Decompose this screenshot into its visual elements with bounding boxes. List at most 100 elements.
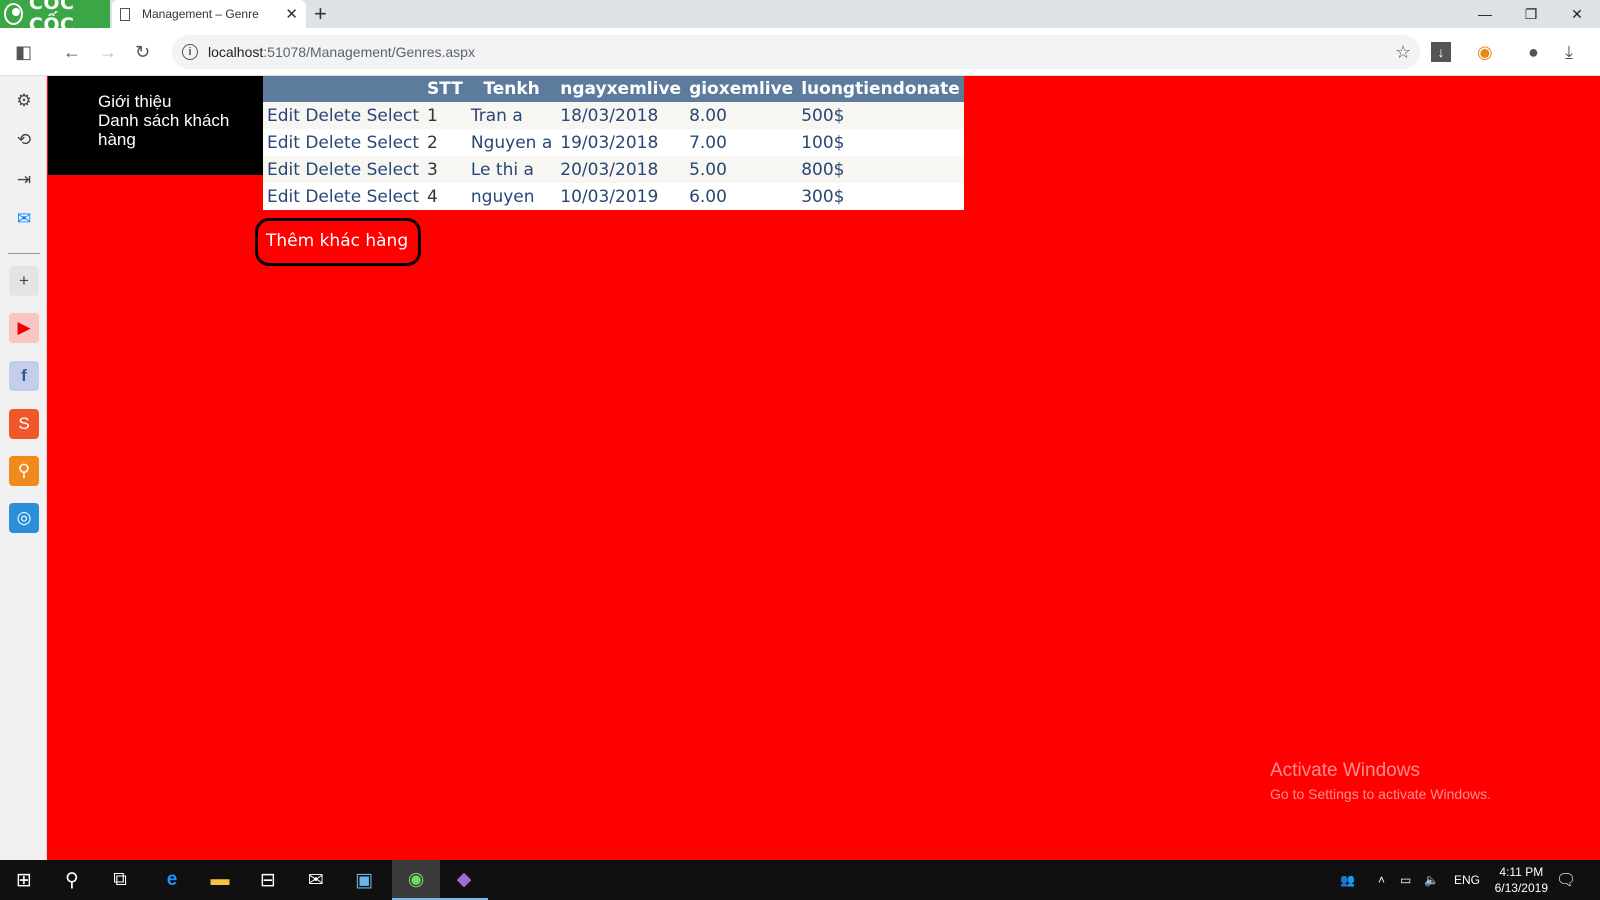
url-path: :51078/Management/Genres.aspx xyxy=(263,44,475,60)
network-icon[interactable]: ▭ xyxy=(1400,860,1411,900)
column-header-gioxemlive: gioxemlive xyxy=(685,76,798,102)
tab-management-genre[interactable]: Management – Genre ✕ xyxy=(112,0,306,28)
shopee-icon[interactable]: S xyxy=(9,409,39,439)
side-menu: Giới thiệu Danh sách khách hàng xyxy=(48,76,263,175)
select-link[interactable]: Select xyxy=(367,133,419,153)
column-header-tenkh: Tenkh xyxy=(466,76,557,102)
cell-luongtiendonate: 800$ xyxy=(797,156,964,183)
cell-tenkh: nguyen xyxy=(466,183,557,210)
cell-luongtiendonate: 100$ xyxy=(797,129,964,156)
people-icon[interactable]: 👥 xyxy=(1340,860,1355,900)
media-icon[interactable]: ◎ xyxy=(9,503,39,533)
edge-icon[interactable]: e xyxy=(148,860,196,900)
photos-icon[interactable]: ▣ xyxy=(340,860,388,900)
system-clock[interactable]: 4:11 PM 6/13/2019 xyxy=(1495,864,1548,896)
cell-ngayxemlive: 20/03/2018 xyxy=(556,156,686,183)
messenger-icon[interactable]: ✉ xyxy=(9,204,39,234)
column-header-stt: STT xyxy=(423,76,467,102)
cell-tenkh: Tran a xyxy=(466,102,557,129)
coccoc-extension-icon[interactable]: ◉ xyxy=(1477,40,1493,64)
notifications-icon[interactable]: 🗨 xyxy=(1556,860,1576,900)
clock-time: 4:11 PM xyxy=(1499,865,1544,879)
edit-link[interactable]: Edit xyxy=(267,187,300,207)
sidebar-toggle-icon[interactable]: ◧ xyxy=(15,40,32,64)
history-icon[interactable]: ⟲ xyxy=(9,125,39,155)
table-row: Edit Delete Select 2 Nguyen a 19/03/2018… xyxy=(263,129,964,156)
forward-icon[interactable]: → xyxy=(99,40,117,64)
settings-icon[interactable]: ⚙ xyxy=(9,86,39,116)
delete-link[interactable]: Delete xyxy=(305,133,361,153)
activate-windows-watermark: Activate Windows Go to Settings to activ… xyxy=(1270,760,1491,802)
table-row: Edit Delete Select 4 nguyen 10/03/2019 6… xyxy=(263,183,964,210)
column-header-ngayxemlive: ngayxemlive xyxy=(556,76,686,102)
cell-luongtiendonate: 500$ xyxy=(797,102,964,129)
url-host: localhost xyxy=(208,44,264,60)
add-icon[interactable]: + xyxy=(9,266,39,296)
cell-stt: 1 xyxy=(423,102,467,129)
search-icon[interactable]: ⚲ xyxy=(48,860,96,900)
profile-icon[interactable]: ● xyxy=(1528,40,1539,64)
youtube-icon[interactable]: ▶ xyxy=(9,313,39,343)
select-link[interactable]: Select xyxy=(367,106,419,126)
menu-link-danh-sach-khach-hang[interactable]: Danh sách khách hàng xyxy=(98,111,248,149)
cell-ngayxemlive: 19/03/2018 xyxy=(556,129,686,156)
delete-link[interactable]: Delete xyxy=(305,187,361,207)
mail-icon[interactable]: ✉ xyxy=(292,860,340,900)
table-row: Edit Delete Select 3 Le thi a 20/03/2018… xyxy=(263,156,964,183)
language-indicator[interactable]: ENG xyxy=(1454,860,1480,900)
minimize-button[interactable]: — xyxy=(1462,0,1508,28)
facebook-icon[interactable]: f xyxy=(9,361,39,391)
page-content: Giới thiệu Danh sách khách hàng STT Tenk… xyxy=(48,76,1600,860)
page-icon xyxy=(120,7,130,21)
cell-gioxemlive: 7.00 xyxy=(685,129,798,156)
windows-start-icon[interactable]: ⊞ xyxy=(0,860,48,900)
browser-toolbar: ◧ ← → ↻ i localhost:51078/Management/Gen… xyxy=(0,28,1600,76)
edit-link[interactable]: Edit xyxy=(267,133,300,153)
site-info-icon[interactable]: i xyxy=(182,44,198,60)
cell-gioxemlive: 5.00 xyxy=(685,156,798,183)
address-bar[interactable]: i localhost:51078/Management/Genres.aspx xyxy=(172,35,1420,69)
tab-close-icon[interactable]: ✕ xyxy=(285,5,298,23)
task-view-icon[interactable]: ⧉ xyxy=(96,860,144,900)
clock-date: 6/13/2019 xyxy=(1494,881,1548,895)
select-link[interactable]: Select xyxy=(367,160,419,180)
cell-stt: 2 xyxy=(423,129,467,156)
edit-link[interactable]: Edit xyxy=(267,160,300,180)
search-icon[interactable]: ⚲ xyxy=(9,456,39,486)
close-window-button[interactable]: ✕ xyxy=(1554,0,1600,28)
visual-studio-icon[interactable]: ◆ xyxy=(440,860,488,900)
cell-ngayxemlive: 18/03/2018 xyxy=(556,102,686,129)
reload-icon[interactable]: ↻ xyxy=(135,40,150,64)
downloads-icon[interactable]: ⤓ xyxy=(1565,40,1573,64)
sign-in-icon[interactable]: ⇥ xyxy=(9,165,39,195)
tab-title: Management – Genre xyxy=(142,7,259,21)
customer-grid: STT Tenkh ngayxemlive gioxemlive luongti… xyxy=(263,76,964,210)
title-bar: CỐC CỐC Management – Genre ✕ + — ❐ ✕ xyxy=(0,0,1600,36)
back-icon[interactable]: ← xyxy=(63,40,81,64)
add-customer-button[interactable]: Thêm khác hàng xyxy=(255,218,421,266)
cell-gioxemlive: 6.00 xyxy=(685,183,798,210)
table-row: Edit Delete Select 1 Tran a 18/03/2018 8… xyxy=(263,102,964,129)
edit-link[interactable]: Edit xyxy=(267,106,300,126)
coccoc-icon[interactable]: ◉ xyxy=(392,860,440,900)
watermark-subtitle: Go to Settings to activate Windows. xyxy=(1270,786,1491,802)
volume-muted-icon[interactable]: 🔈 xyxy=(1424,860,1439,900)
cell-stt: 3 xyxy=(423,156,467,183)
store-icon[interactable]: ⊟ xyxy=(244,860,292,900)
file-explorer-icon[interactable]: ▬ xyxy=(196,860,244,900)
browser-brand[interactable]: CỐC CỐC xyxy=(0,0,110,36)
bookmark-star-icon[interactable]: ☆ xyxy=(1395,40,1411,64)
delete-link[interactable]: Delete xyxy=(305,160,361,180)
menu-link-gioi-thieu[interactable]: Giới thiệu xyxy=(98,92,263,111)
new-tab-button[interactable]: + xyxy=(314,2,327,26)
download-extension-icon[interactable]: ↓ xyxy=(1431,42,1451,62)
cell-tenkh: Nguyen a xyxy=(466,129,557,156)
restore-button[interactable]: ❐ xyxy=(1508,0,1554,28)
delete-link[interactable]: Delete xyxy=(305,106,361,126)
coccoc-logo-icon xyxy=(4,3,23,25)
column-header-luongtiendonate: luongtiendonate xyxy=(797,76,964,102)
watermark-title: Activate Windows xyxy=(1270,760,1420,781)
select-link[interactable]: Select xyxy=(367,187,419,207)
cell-ngayxemlive: 10/03/2019 xyxy=(556,183,686,210)
tray-chevron-icon[interactable]: ˄ xyxy=(1378,860,1385,900)
